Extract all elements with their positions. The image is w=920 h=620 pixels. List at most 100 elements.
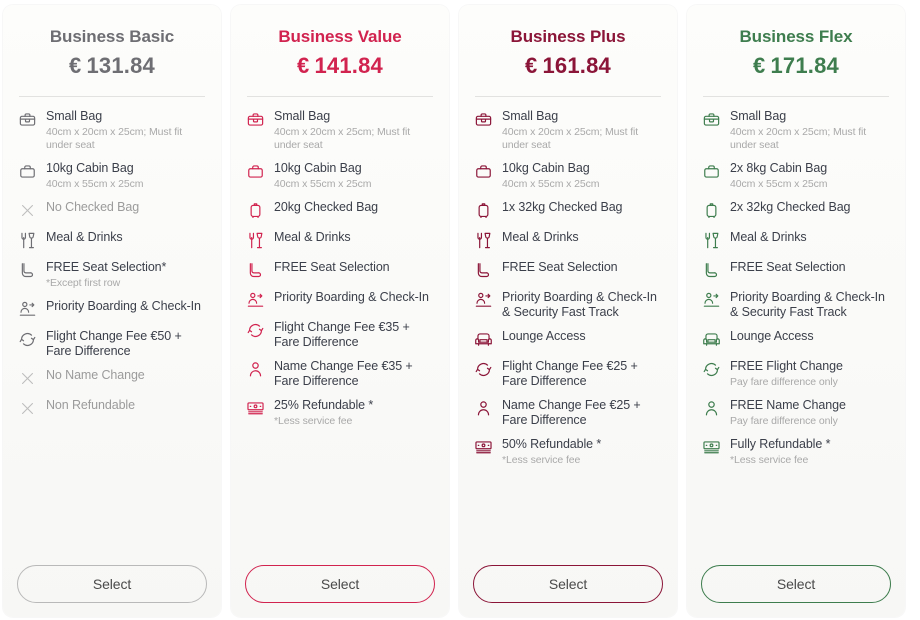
cabin-bag-icon: [473, 162, 493, 182]
feature-text: Priority Boarding & Check-In & Security …: [730, 290, 891, 320]
checked-bag-icon: [473, 201, 493, 221]
select-button-business-value[interactable]: Select: [245, 565, 435, 603]
feature-label: FREE Seat Selection: [730, 260, 891, 275]
feature-list: Small Bag40cm x 20cm x 25cm; Must fit un…: [473, 109, 663, 549]
fare-card-business-plus: Business Plus€161.84 Small Bag40cm x 20cm…: [459, 5, 677, 617]
feature-item: Priority Boarding & Check-In: [245, 290, 435, 311]
feature-label: Fully Refundable *: [730, 437, 891, 452]
feature-text: 50% Refundable **Less service fee: [502, 437, 663, 467]
feature-item: Meal & Drinks: [245, 230, 435, 251]
feature-label: FREE Seat Selection: [274, 260, 435, 275]
seat-icon: [17, 261, 37, 281]
price-amount: 141.84: [314, 53, 383, 78]
fare-card-header: Business Value€141.84: [245, 23, 435, 80]
feature-subtext: 40cm x 55cm x 25cm: [274, 178, 435, 191]
refund-icon: [473, 438, 493, 458]
feature-item: Fully Refundable * *Less service fee: [701, 437, 891, 467]
fare-price: €171.84: [701, 53, 891, 79]
seat-icon: [245, 261, 265, 281]
feature-text: Small Bag40cm x 20cm x 25cm; Must fit un…: [274, 109, 435, 152]
lounge-icon: [473, 330, 493, 350]
priority-boarding-icon: [245, 291, 265, 311]
feature-label: Name Change Fee €35 + Fare Difference: [274, 359, 435, 389]
feature-label: 1x 32kg Checked Bag: [502, 200, 663, 215]
select-button-business-flex[interactable]: Select: [701, 565, 891, 603]
fare-price: €141.84: [245, 53, 435, 79]
feature-label: FREE Name Change: [730, 398, 891, 413]
feature-item: Priority Boarding & Check-In: [17, 299, 207, 320]
feature-text: FREE Name ChangePay fare difference only: [730, 398, 891, 428]
feature-text: Flight Change Fee €35 + Fare Difference: [274, 320, 435, 350]
feature-text: Priority Boarding & Check-In: [274, 290, 435, 305]
name-change-icon: [245, 360, 265, 380]
feature-text: Small Bag40cm x 20cm x 25cm; Must fit un…: [502, 109, 663, 152]
feature-subtext: 40cm x 20cm x 25cm; Must fit under seat: [730, 126, 891, 152]
feature-text: Meal & Drinks: [46, 230, 207, 245]
fare-card-header: Business Basic€131.84: [17, 23, 207, 80]
feature-subtext: *Less service fee: [730, 454, 891, 467]
feature-item: FREE Seat Selection: [245, 260, 435, 281]
feature-label: 20kg Checked Bag: [274, 200, 435, 215]
feature-label: Flight Change Fee €35 + Fare Difference: [274, 320, 435, 350]
feature-item: Name Change Fee €35 + Fare Difference: [245, 359, 435, 389]
fare-cards-row: Business Basic€131.84Small Bag40cm x 20c…: [0, 0, 920, 620]
feature-item: No Name Change: [17, 368, 207, 389]
feature-label: Lounge Access: [730, 329, 891, 344]
feature-label: Priority Boarding & Check-In: [274, 290, 435, 305]
feature-text: FREE Flight ChangePay fare difference on…: [730, 359, 891, 389]
feature-list: Small Bag40cm x 20cm x 25cm; Must fit un…: [701, 109, 891, 549]
fare-card-header: Business Plus€161.84: [473, 23, 663, 80]
feature-text: 10kg Cabin Bag40cm x 55cm x 25cm: [46, 161, 207, 191]
feature-label: Name Change Fee €25 + Fare Difference: [502, 398, 663, 428]
checked-bag-icon: [245, 201, 265, 221]
feature-subtext: 40cm x 55cm x 25cm: [46, 178, 207, 191]
flight-change-icon: [17, 330, 37, 350]
fare-card-business-flex: Business Flex €171.84 Small Bag40cm x 20cm…: [687, 5, 905, 617]
header-divider: [475, 96, 661, 97]
select-button-business-basic[interactable]: Select: [17, 565, 207, 603]
feature-text: FREE Seat Selection: [274, 260, 435, 275]
feature-item: Flight Change Fee €25 + Fare Difference: [473, 359, 663, 389]
seat-icon: [473, 261, 493, 281]
select-button-wrap: Select: [17, 549, 207, 603]
feature-text: FREE Seat Selection: [730, 260, 891, 275]
checked-bag-icon: [701, 201, 721, 221]
feature-text: Small Bag40cm x 20cm x 25cm; Must fit un…: [46, 109, 207, 152]
feature-label: Meal & Drinks: [730, 230, 891, 245]
refund-icon: [245, 399, 265, 419]
cabin-bag-icon: [701, 162, 721, 182]
feature-text: Name Change Fee €25 + Fare Difference: [502, 398, 663, 428]
feature-item: 10kg Cabin Bag40cm x 55cm x 25cm: [473, 161, 663, 191]
seat-icon: [701, 261, 721, 281]
fare-title: Business Plus: [473, 27, 663, 47]
feature-item: Priority Boarding & Check-In & Security …: [473, 290, 663, 320]
feature-label: 2x 32kg Checked Bag: [730, 200, 891, 215]
select-button-business-plus[interactable]: Select: [473, 565, 663, 603]
feature-subtext: 40cm x 55cm x 25cm: [730, 178, 891, 191]
feature-text: FREE Seat Selection: [502, 260, 663, 275]
feature-text: Meal & Drinks: [274, 230, 435, 245]
feature-text: Priority Boarding & Check-In: [46, 299, 207, 314]
header-divider: [703, 96, 889, 97]
select-button-wrap: Select: [245, 549, 435, 603]
fare-title: Business Flex: [701, 27, 891, 47]
refund-icon: [701, 438, 721, 458]
feature-label: Small Bag: [502, 109, 663, 124]
feature-text: 25% Refundable **Less service fee: [274, 398, 435, 428]
currency-symbol: €: [753, 53, 765, 78]
price-amount: 171.84: [770, 53, 839, 78]
feature-item: Meal & Drinks: [701, 230, 891, 251]
feature-text: 2x 32kg Checked Bag: [730, 200, 891, 215]
meal-drinks-icon: [473, 231, 493, 251]
feature-label: Non Refundable: [46, 398, 207, 413]
meal-drinks-icon: [245, 231, 265, 251]
feature-subtext: *Except first row: [46, 277, 207, 290]
feature-item: 20kg Checked Bag: [245, 200, 435, 221]
feature-label: Flight Change Fee €50 + Fare Difference: [46, 329, 207, 359]
feature-label: 25% Refundable *: [274, 398, 435, 413]
fare-price: €131.84: [17, 53, 207, 79]
header-divider: [19, 96, 205, 97]
flight-change-icon: [701, 360, 721, 380]
feature-item: Small Bag40cm x 20cm x 25cm; Must fit un…: [701, 109, 891, 152]
feature-text: FREE Seat Selection**Except first row: [46, 260, 207, 290]
